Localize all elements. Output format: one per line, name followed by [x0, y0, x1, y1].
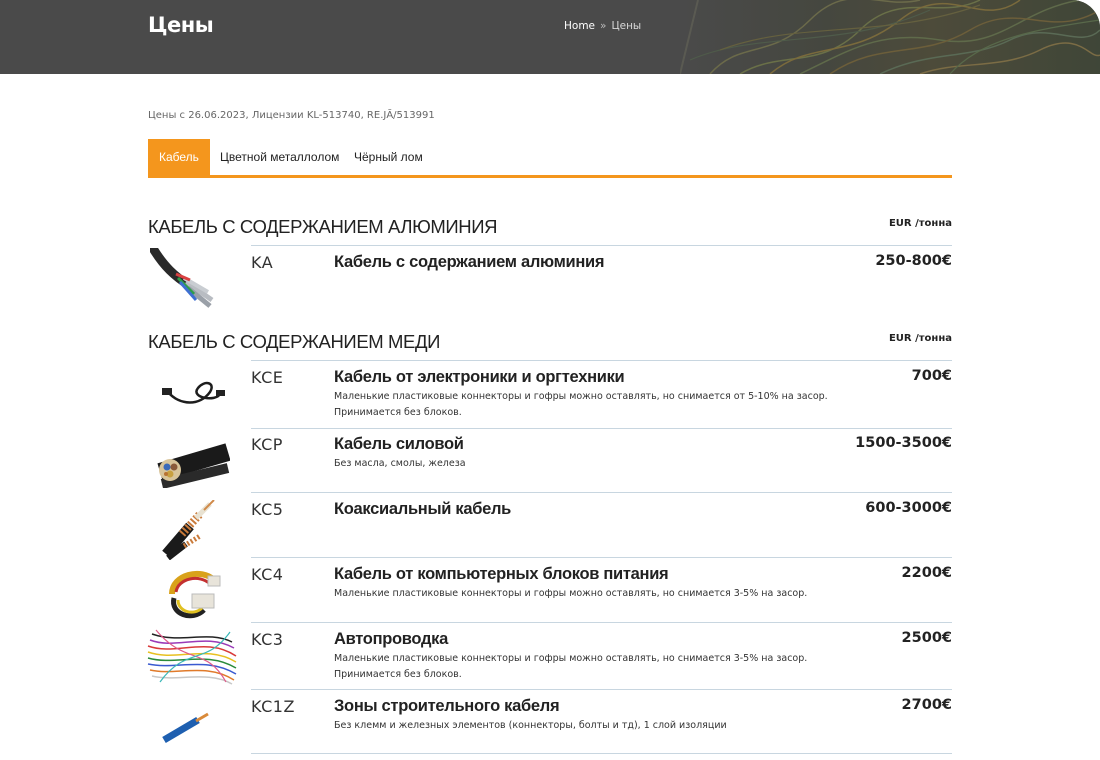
item-code: KA — [251, 253, 274, 272]
tab-non-ferrous-metal[interactable]: Цветной металлолом — [220, 139, 339, 175]
item-price: 1500-3500€ — [855, 435, 952, 451]
tab-cable[interactable]: Кабель — [148, 139, 210, 175]
page-header: Цены Home » Цены — [0, 0, 1100, 74]
item-code: KC5 — [251, 500, 284, 519]
psu-cable-image — [162, 564, 226, 626]
item-name: Кабель силовой — [334, 435, 464, 453]
header-background-image — [680, 0, 1100, 74]
unit-currency: EUR — [888, 333, 912, 344]
unit-label: EUR /тонна — [889, 333, 952, 344]
item-name: Кабель с содержанием алюминия — [334, 253, 605, 271]
aluminium-cable-image — [149, 245, 222, 314]
row-divider — [251, 622, 952, 623]
building-cable-image — [160, 710, 210, 748]
section-title-copper: КАБЕЛЬ С СОДЕРЖАНИЕМ МЕДИ — [148, 331, 440, 352]
item-code: KC4 — [251, 565, 284, 584]
row-divider — [251, 753, 952, 754]
row-divider — [251, 689, 952, 690]
item-description: Без клемм и железных элементов (коннекто… — [334, 720, 727, 731]
unit-per: /тонна — [915, 333, 952, 344]
item-description: Маленькие пластиковые коннекторы и гофры… — [334, 391, 828, 418]
item-price: 600-3000€ — [865, 500, 952, 516]
row-divider — [251, 360, 952, 361]
item-price: 250-800€ — [875, 253, 952, 269]
power-cable-image — [156, 432, 231, 492]
item-name: Кабель от компьютерных блоков питания — [334, 565, 669, 583]
row-divider — [251, 492, 952, 493]
breadcrumb: Home » Цены — [564, 20, 641, 32]
item-name: Коаксиальный кабель — [334, 500, 512, 518]
item-code: KCP — [251, 435, 283, 454]
page-title: Цены — [148, 13, 214, 37]
unit-per: /тонна — [915, 218, 952, 229]
item-description: Маленькие пластиковые коннекторы и гофры… — [334, 653, 808, 680]
item-price: 2700€ — [901, 697, 952, 713]
item-code: KCE — [251, 368, 284, 387]
item-description: Маленькие пластиковые коннекторы и гофры… — [334, 588, 808, 599]
row-divider — [251, 557, 952, 558]
section-title-aluminium: КАБЕЛЬ С СОДЕРЖАНИЕМ АЛЮМИНИЯ — [148, 216, 498, 237]
item-name: Зоны строительного кабеля — [334, 697, 560, 715]
item-price: 700€ — [911, 368, 952, 384]
tab-ferrous-scrap[interactable]: Чёрный лом — [354, 139, 423, 175]
category-tabs: Кабель Цветной металлолом Чёрный лом — [148, 139, 952, 178]
usb-cable-image — [160, 378, 226, 412]
coaxial-cable-image — [160, 499, 222, 564]
item-description: Без масла, смолы, железа — [334, 458, 466, 469]
item-name: Автопроводка — [334, 630, 449, 648]
item-code: KC3 — [251, 630, 284, 649]
item-price: 2200€ — [901, 565, 952, 581]
price-validity-note: Цены с 26.06.2023, Лицензии KL-513740, R… — [148, 110, 435, 121]
breadcrumb-current: Цены — [611, 20, 642, 32]
row-divider — [251, 428, 952, 429]
item-name: Кабель от электроники и оргтехники — [334, 368, 625, 386]
row-divider — [251, 245, 952, 246]
item-price: 2500€ — [901, 630, 952, 646]
unit-currency: EUR — [888, 218, 912, 229]
car-wiring-image — [146, 626, 238, 690]
item-code: KC1Z — [251, 697, 295, 716]
unit-label: EUR /тонна — [889, 218, 952, 229]
breadcrumb-home-link[interactable]: Home — [564, 20, 595, 32]
breadcrumb-separator: » — [600, 20, 607, 32]
